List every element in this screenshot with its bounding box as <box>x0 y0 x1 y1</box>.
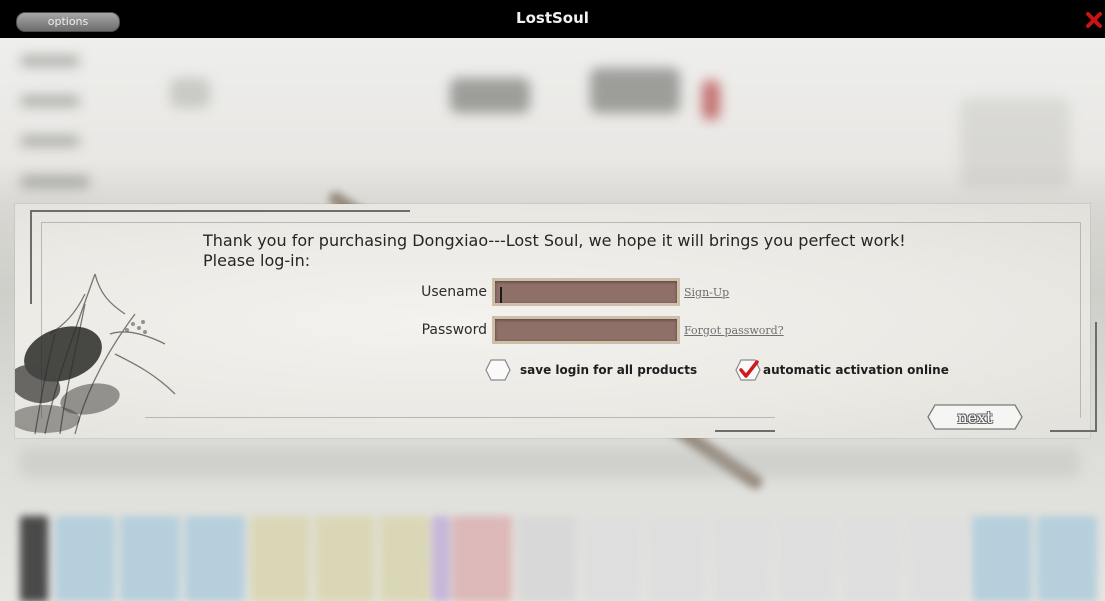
frame-line <box>1050 430 1097 432</box>
username-field[interactable] <box>492 278 680 306</box>
username-label: Usename <box>421 284 487 300</box>
message-line-1: Thank you for purchasing Dongxiao---Lost… <box>203 231 906 250</box>
sign-up-link[interactable]: Sign-Up <box>684 286 729 299</box>
title-bar: options LostSoul <box>0 0 1105 38</box>
frame-line <box>41 222 1081 223</box>
next-button[interactable]: next <box>927 404 1023 430</box>
auto-activation-checkbox[interactable] <box>735 359 761 381</box>
frame-line <box>1095 322 1097 432</box>
frame-line <box>30 210 410 212</box>
auto-activation-label: automatic activation online <box>763 363 949 377</box>
save-login-label: save login for all products <box>520 363 698 377</box>
frame-line <box>715 430 775 432</box>
message-line-2: Please log-in: <box>203 251 311 270</box>
text-caret <box>500 287 502 303</box>
welcome-message: Thank you for purchasing Dongxiao---Lost… <box>203 231 906 271</box>
keyboard-keys <box>0 516 1105 601</box>
lotus-ink-painting <box>15 273 176 435</box>
next-button-label: next <box>957 408 993 427</box>
window-title: LostSoul <box>516 9 589 27</box>
close-icon[interactable] <box>1085 11 1103 29</box>
login-dialog: Thank you for purchasing Dongxiao---Lost… <box>15 204 1097 438</box>
frame-line <box>145 417 775 418</box>
save-login-checkbox[interactable] <box>485 359 511 381</box>
password-field[interactable] <box>492 316 680 344</box>
forgot-password-link[interactable]: Forgot password? <box>684 324 784 337</box>
password-label: Password <box>421 322 487 338</box>
frame-line <box>1080 222 1081 418</box>
